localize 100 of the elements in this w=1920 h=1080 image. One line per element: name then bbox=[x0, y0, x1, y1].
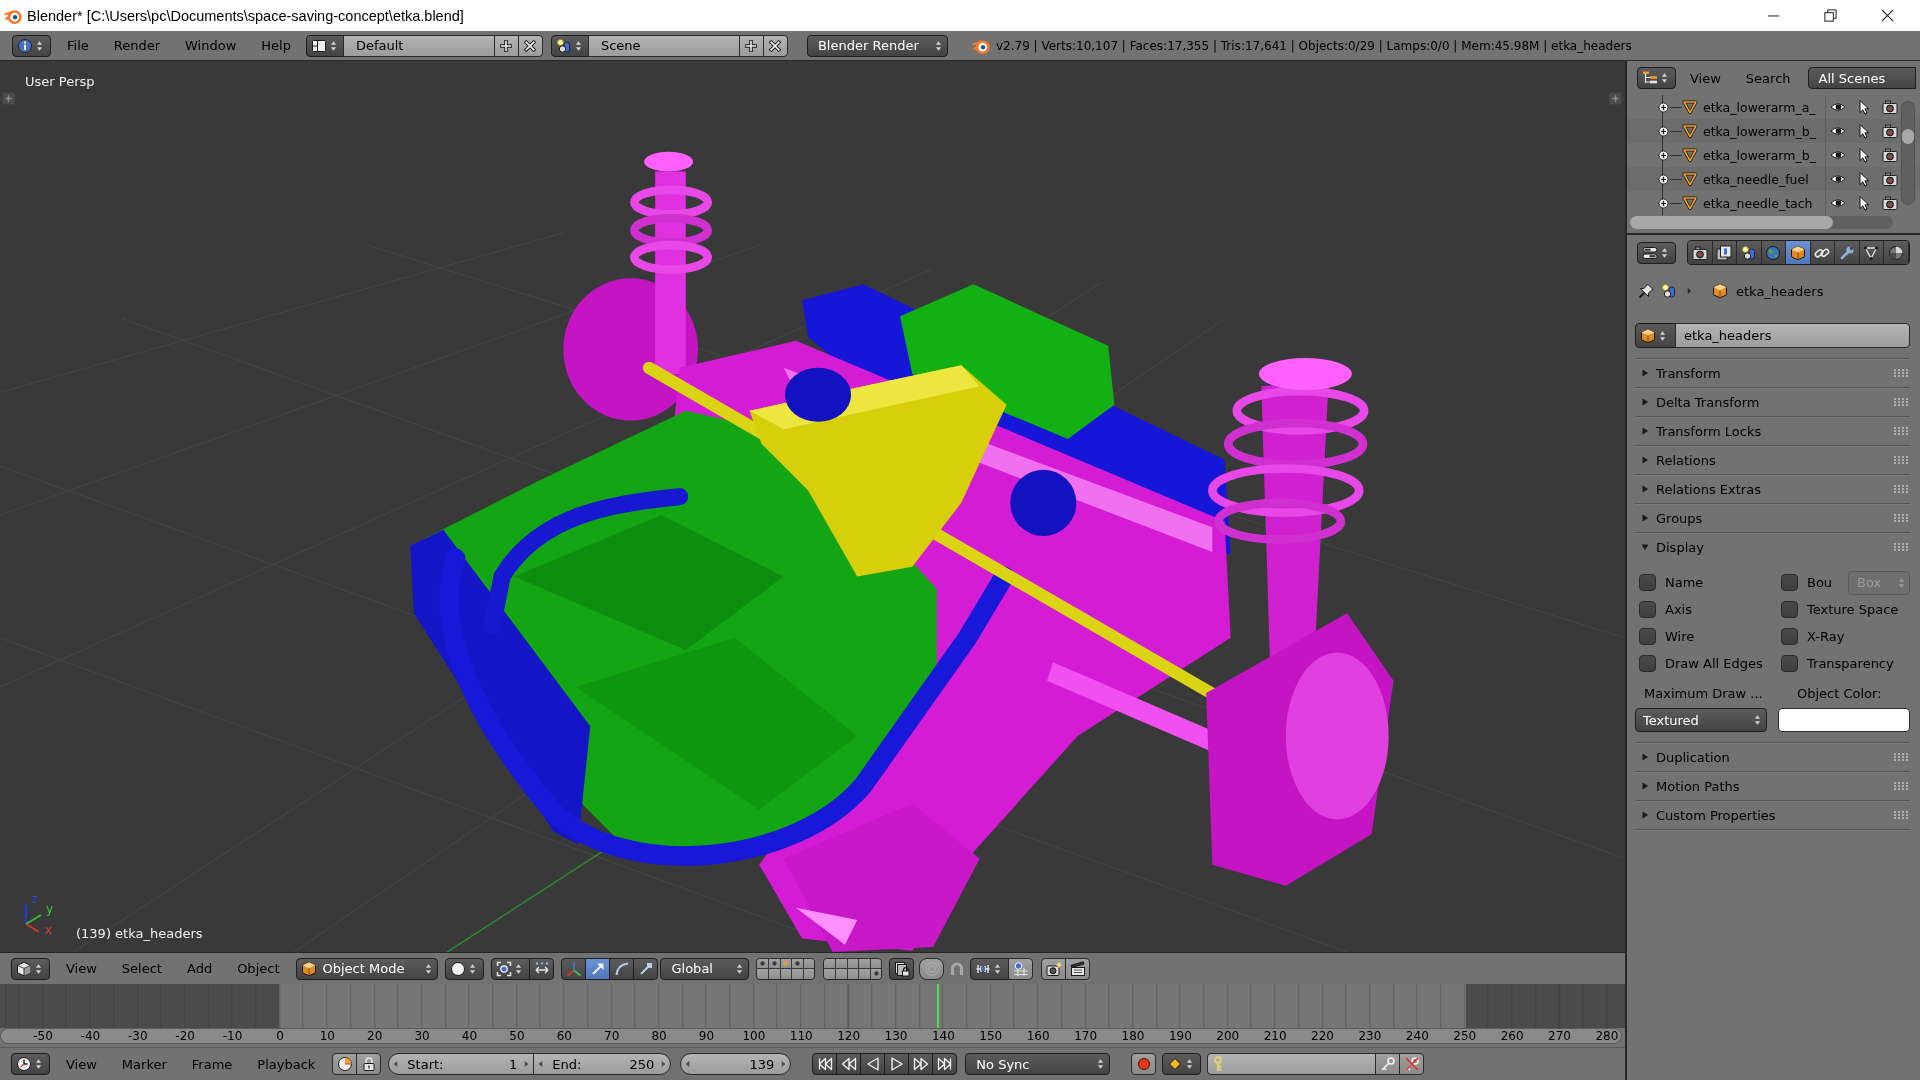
drag-grip-icon[interactable] bbox=[1893, 542, 1909, 552]
checkbox[interactable] bbox=[1639, 601, 1656, 618]
camera-icon[interactable] bbox=[1882, 195, 1898, 211]
camera-icon[interactable] bbox=[1882, 99, 1898, 115]
add-button[interactable] bbox=[493, 34, 519, 57]
properties-tab[interactable] bbox=[1859, 241, 1884, 264]
outliner-item[interactable]: etka_needle_tach bbox=[1703, 195, 1825, 211]
vertical-scrollbar[interactable] bbox=[1901, 101, 1915, 205]
cursor-icon[interactable] bbox=[1856, 171, 1872, 187]
camera-icon[interactable] bbox=[1882, 147, 1898, 163]
layer-button[interactable] bbox=[836, 958, 847, 968]
screen-layout-button[interactable] bbox=[305, 34, 344, 57]
timeline-track[interactable] bbox=[0, 984, 1625, 1028]
3d-viewport[interactable]: User Persp z y x (139) etka_headers bbox=[0, 61, 1625, 952]
render-engine-dropdown[interactable]: Blender Render bbox=[806, 34, 948, 57]
previous-keyframe-button[interactable] bbox=[836, 1053, 862, 1075]
horizontal-scrollbar[interactable] bbox=[1630, 216, 1893, 229]
checkbox[interactable] bbox=[1639, 655, 1656, 672]
layer-button[interactable] bbox=[870, 958, 882, 968]
render-button[interactable] bbox=[1041, 957, 1067, 980]
screen-layout-field[interactable]: Default bbox=[342, 34, 495, 57]
layer-button[interactable] bbox=[780, 958, 792, 968]
panel-header[interactable]: Relations Extras bbox=[1635, 474, 1910, 503]
editor-type-button[interactable] bbox=[1637, 241, 1676, 264]
checkbox[interactable] bbox=[1781, 574, 1798, 591]
drag-grip-icon[interactable] bbox=[1893, 513, 1909, 523]
properties-tab[interactable] bbox=[1688, 241, 1713, 264]
menu-item[interactable]: Search bbox=[1745, 70, 1791, 86]
expand-icon[interactable] bbox=[1657, 124, 1670, 138]
camera-icon[interactable] bbox=[1882, 171, 1898, 187]
pin-icon[interactable] bbox=[1638, 283, 1654, 299]
layer-button[interactable] bbox=[847, 969, 859, 979]
expand-icon[interactable] bbox=[1657, 196, 1670, 210]
scrollbar-thumb[interactable] bbox=[1630, 216, 1833, 229]
menu-item[interactable]: View bbox=[1690, 70, 1721, 86]
menu-item[interactable]: Add bbox=[186, 961, 213, 976]
checkbox[interactable] bbox=[1781, 628, 1798, 645]
sync-dropdown[interactable]: No Sync bbox=[965, 1053, 1111, 1075]
shading-dropdown[interactable] bbox=[445, 957, 485, 980]
editor-type-button[interactable] bbox=[12, 34, 51, 57]
drag-grip-icon[interactable] bbox=[1893, 368, 1909, 378]
layer-button[interactable] bbox=[757, 958, 769, 968]
cursor-icon[interactable] bbox=[1856, 99, 1872, 115]
panel-header[interactable]: Groups bbox=[1635, 503, 1910, 532]
lock-button[interactable] bbox=[356, 1053, 382, 1075]
checkbox[interactable] bbox=[1639, 574, 1656, 591]
object-selector-button[interactable] bbox=[1635, 323, 1676, 348]
proportional-editing-button[interactable] bbox=[919, 957, 945, 980]
drag-grip-icon[interactable] bbox=[1893, 455, 1909, 465]
menu-item[interactable]: View bbox=[66, 961, 97, 976]
scrollbar-thumb[interactable] bbox=[1902, 129, 1914, 144]
end-frame-field[interactable]: End: 250 bbox=[533, 1053, 672, 1075]
panel-header[interactable]: Duplication bbox=[1635, 742, 1910, 771]
menu-item[interactable]: File bbox=[67, 38, 89, 53]
delete-button[interactable] bbox=[762, 34, 788, 57]
panel-header[interactable]: Display bbox=[1635, 532, 1910, 561]
checkbox[interactable] bbox=[1781, 655, 1798, 672]
play-reverse-button[interactable] bbox=[860, 1053, 886, 1075]
lock-layers-button[interactable] bbox=[889, 957, 915, 980]
menu-item[interactable]: Playback bbox=[257, 1056, 316, 1072]
panel-header[interactable]: Motion Paths bbox=[1635, 771, 1910, 800]
mode-dropdown[interactable]: Object Mode bbox=[296, 957, 439, 980]
display-mode-dropdown[interactable]: All Scenes bbox=[1807, 67, 1916, 89]
panel-header[interactable]: Relations bbox=[1635, 445, 1910, 474]
object-name-field[interactable]: etka_headers bbox=[1675, 323, 1910, 348]
properties-tab[interactable] bbox=[1835, 241, 1860, 264]
plus-icon[interactable] bbox=[2, 92, 15, 105]
jump-to-start-button[interactable] bbox=[812, 1053, 838, 1075]
editor-type-button[interactable] bbox=[11, 1053, 50, 1075]
manipulator-button[interactable] bbox=[561, 957, 587, 980]
outliner-item[interactable]: etka_lowerarm_b_ bbox=[1703, 147, 1825, 163]
orientation-dropdown[interactable]: Global bbox=[660, 957, 750, 980]
properties-tab[interactable] bbox=[1712, 241, 1737, 264]
menu-item[interactable]: Select bbox=[121, 961, 162, 976]
transform-tool-button[interactable] bbox=[633, 957, 659, 980]
layer-button[interactable] bbox=[792, 958, 803, 968]
snap-target-button[interactable] bbox=[1008, 957, 1034, 980]
play-button[interactable] bbox=[884, 1053, 910, 1075]
jump-to-end-button[interactable] bbox=[932, 1053, 958, 1075]
record-button[interactable] bbox=[1131, 1053, 1157, 1075]
cursor-icon[interactable] bbox=[1856, 147, 1872, 163]
transform-tool-button[interactable] bbox=[585, 957, 611, 980]
layer-button[interactable] bbox=[824, 969, 836, 979]
snap-element-dropdown[interactable] bbox=[970, 957, 1010, 980]
checkbox[interactable] bbox=[1639, 628, 1656, 645]
layer-button[interactable] bbox=[769, 958, 780, 968]
layer-button[interactable] bbox=[780, 969, 792, 979]
manipulator-toggle[interactable] bbox=[529, 957, 555, 980]
keying-set-field[interactable] bbox=[1207, 1053, 1377, 1075]
panel-header[interactable]: Transform Locks bbox=[1635, 416, 1910, 445]
delete-button[interactable] bbox=[517, 34, 543, 57]
menu-item[interactable]: Window bbox=[185, 38, 237, 53]
layer-button[interactable] bbox=[824, 958, 836, 968]
expand-icon[interactable] bbox=[1657, 100, 1670, 114]
scene-button[interactable] bbox=[550, 34, 589, 57]
drag-grip-icon[interactable] bbox=[1893, 426, 1909, 436]
keyframe-type-dropdown[interactable] bbox=[1162, 1053, 1202, 1075]
pivot-point-dropdown[interactable] bbox=[491, 957, 531, 980]
cursor-icon[interactable] bbox=[1856, 195, 1872, 211]
start-frame-field[interactable]: Start: 1 bbox=[388, 1053, 535, 1075]
